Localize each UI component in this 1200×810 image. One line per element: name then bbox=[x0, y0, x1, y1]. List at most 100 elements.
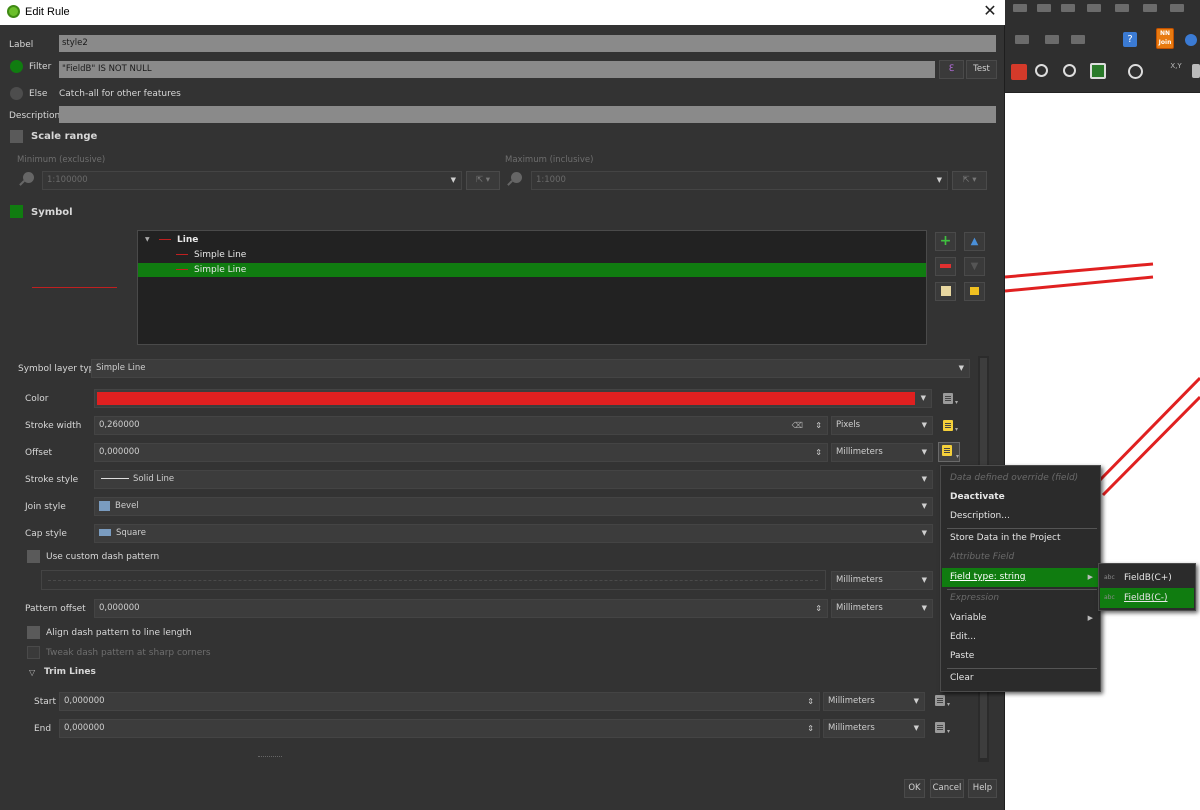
toolbar-tool-icon[interactable] bbox=[1143, 4, 1157, 12]
zoom-maximum-icon[interactable] bbox=[506, 171, 524, 188]
spinner-icon[interactable]: ⇕ bbox=[807, 693, 814, 710]
color-data-defined-button[interactable]: ▾ bbox=[940, 391, 958, 407]
cancel-button[interactable]: Cancel bbox=[930, 779, 964, 798]
duplicate-layer-button[interactable] bbox=[935, 282, 956, 301]
menu-item-deactivate[interactable]: Deactivate bbox=[942, 488, 1099, 507]
trim-start-data-defined-button[interactable]: ▾ bbox=[932, 693, 950, 709]
color-button[interactable]: ▼ bbox=[94, 389, 932, 408]
else-radio[interactable] bbox=[10, 87, 23, 100]
description-input[interactable] bbox=[59, 106, 996, 123]
pattern-offset-input[interactable]: 0,000000 ⇕ bbox=[94, 599, 828, 618]
dash-unit-combo[interactable]: Millimeters ▼ bbox=[831, 571, 933, 590]
symbol-layer-tree[interactable]: ▼ Line Simple Line Simple Line bbox=[137, 230, 927, 345]
help-icon[interactable]: ? bbox=[1123, 32, 1137, 47]
menu-item-store-data[interactable]: Store Data in the Project bbox=[942, 529, 1099, 548]
offset-data-defined-button[interactable]: ▾ bbox=[938, 442, 960, 462]
resize-handle[interactable] bbox=[258, 756, 282, 758]
trim-lines-title[interactable]: Trim Lines bbox=[44, 667, 96, 677]
tree-item-line[interactable]: ▼ Line bbox=[138, 233, 926, 247]
toolbar-tool-icon[interactable] bbox=[1087, 4, 1101, 12]
else-description: Catch-all for other features bbox=[59, 89, 181, 99]
toolbar-tool-icon[interactable] bbox=[1170, 4, 1184, 12]
toolbar-tool-icon[interactable] bbox=[1115, 4, 1129, 12]
move-down-button[interactable]: ▼ bbox=[964, 257, 985, 276]
scale-range-checkbox[interactable] bbox=[10, 130, 23, 143]
symbol-layer-type-combo[interactable]: Simple Line ▼ bbox=[91, 359, 970, 378]
join-style-combo[interactable]: Bevel ▼ bbox=[94, 497, 933, 516]
submenu-item-fieldb-cminus[interactable]: abc FieldB(C-) bbox=[1100, 588, 1194, 608]
python-icon[interactable] bbox=[1185, 34, 1197, 46]
test-button[interactable]: Test bbox=[966, 60, 997, 79]
spinner-icon[interactable]: ⇕ bbox=[815, 417, 822, 434]
ok-button[interactable]: OK bbox=[904, 779, 925, 798]
dash-pattern-preview[interactable] bbox=[41, 570, 826, 590]
submenu-item-fieldb-cplus[interactable]: abc FieldB(C+) bbox=[1100, 568, 1194, 588]
offset-unit-combo[interactable]: Millimeters ▼ bbox=[831, 443, 933, 462]
trim-end-data-defined-button[interactable]: ▾ bbox=[932, 720, 950, 736]
symbol-checkbox[interactable] bbox=[10, 205, 23, 218]
maximum-scale-extra-button[interactable]: ⇱ ▾ bbox=[952, 171, 987, 190]
zoom-in-icon[interactable] bbox=[1011, 64, 1027, 80]
custom-dash-checkbox[interactable] bbox=[27, 550, 40, 563]
spinner-icon[interactable]: ⇕ bbox=[815, 444, 822, 461]
offset-caption: Offset bbox=[25, 448, 53, 458]
expand-arrow-icon[interactable]: ▼ bbox=[145, 233, 150, 247]
tree-item-simple-line-1[interactable]: Simple Line bbox=[138, 248, 926, 262]
trim-start-input[interactable]: 0,000000 ⇕ bbox=[59, 692, 820, 711]
minimum-scale-extra-button[interactable]: ⇱ ▾ bbox=[466, 171, 500, 190]
toolbar-tool-icon[interactable] bbox=[1037, 4, 1051, 12]
menu-item-description[interactable]: Description... bbox=[942, 507, 1099, 526]
lock-layer-button[interactable] bbox=[964, 282, 985, 301]
trim-end-unit-combo[interactable]: Millimeters ▼ bbox=[823, 719, 925, 738]
filter-expression-input[interactable]: "FieldB" IS NOT NULL bbox=[59, 61, 935, 78]
stroke-style-combo[interactable]: Solid Line ▼ bbox=[94, 470, 933, 489]
dropdown-arrow-icon: ▼ bbox=[921, 529, 927, 537]
zoom-minimum-icon[interactable] bbox=[18, 171, 36, 188]
remove-layer-button[interactable] bbox=[935, 257, 956, 276]
symbol-title: Symbol bbox=[31, 207, 73, 218]
spinner-icon[interactable]: ⇕ bbox=[815, 600, 822, 617]
close-button[interactable]: ✕ bbox=[980, 2, 1000, 22]
globe-icon[interactable] bbox=[1128, 64, 1143, 79]
stroke-width-unit-combo[interactable]: Pixels ▼ bbox=[831, 416, 933, 435]
wrench-icon[interactable] bbox=[1192, 64, 1200, 78]
label-tool-icon[interactable] bbox=[1071, 35, 1085, 44]
spinner-icon[interactable]: ⇕ bbox=[807, 720, 814, 737]
menu-item-variable[interactable]: Variable ▶ bbox=[942, 609, 1099, 628]
collapse-arrow-icon[interactable]: ▽ bbox=[29, 668, 35, 677]
help-button[interactable]: Help bbox=[968, 779, 997, 798]
toolbar-tool-icon[interactable] bbox=[1013, 4, 1027, 12]
label-tool-icon[interactable] bbox=[1045, 35, 1059, 44]
align-dash-checkbox[interactable] bbox=[27, 626, 40, 639]
menu-item-clear[interactable]: Clear bbox=[942, 669, 1099, 688]
offset-input[interactable]: 0,000000 ⇕ bbox=[94, 443, 828, 462]
map-feature-line-4 bbox=[1101, 395, 1200, 497]
expression-builder-button[interactable]: ℇ bbox=[939, 60, 964, 79]
label-input[interactable]: style2 bbox=[59, 35, 996, 52]
trim-start-caption: Start bbox=[34, 697, 56, 707]
menu-item-field-type-string[interactable]: Field type: string ▶ bbox=[942, 568, 1099, 587]
stroke-width-input[interactable]: 0,260000 ⌫ ⇕ bbox=[94, 416, 828, 435]
minimum-scale-combo[interactable]: 1:100000 ▼ bbox=[42, 171, 462, 190]
trim-end-input[interactable]: 0,000000 ⇕ bbox=[59, 719, 820, 738]
menu-item-paste[interactable]: Paste bbox=[942, 647, 1099, 666]
tree-item-simple-line-2[interactable]: Simple Line bbox=[138, 263, 926, 277]
zoom-tool-icon[interactable] bbox=[1035, 64, 1048, 77]
maximum-scale-combo[interactable]: 1:1000 ▼ bbox=[531, 171, 948, 190]
toolbar-tool-icon[interactable] bbox=[1061, 4, 1075, 12]
tweak-dash-checkbox[interactable] bbox=[27, 646, 40, 659]
zoom-out-icon[interactable] bbox=[1063, 64, 1076, 77]
stroke-width-data-defined-button[interactable]: ▾ bbox=[940, 418, 958, 434]
pattern-offset-unit-combo[interactable]: Millimeters ▼ bbox=[831, 599, 933, 618]
clear-value-icon[interactable]: ⌫ bbox=[792, 417, 803, 434]
cap-style-combo[interactable]: Square ▼ bbox=[94, 524, 933, 543]
xy-coordinate-icon[interactable]: X,Y bbox=[1165, 62, 1187, 82]
zoom-selection-icon[interactable] bbox=[1090, 63, 1106, 79]
menu-item-edit[interactable]: Edit... bbox=[942, 628, 1099, 647]
label-tool-icon[interactable] bbox=[1015, 35, 1029, 44]
nn-join-icon[interactable]: NN Join bbox=[1156, 28, 1174, 49]
filter-radio[interactable] bbox=[10, 60, 23, 73]
add-layer-button[interactable]: + bbox=[935, 232, 956, 251]
move-up-button[interactable]: ▲ bbox=[964, 232, 985, 251]
trim-start-unit-combo[interactable]: Millimeters ▼ bbox=[823, 692, 925, 711]
